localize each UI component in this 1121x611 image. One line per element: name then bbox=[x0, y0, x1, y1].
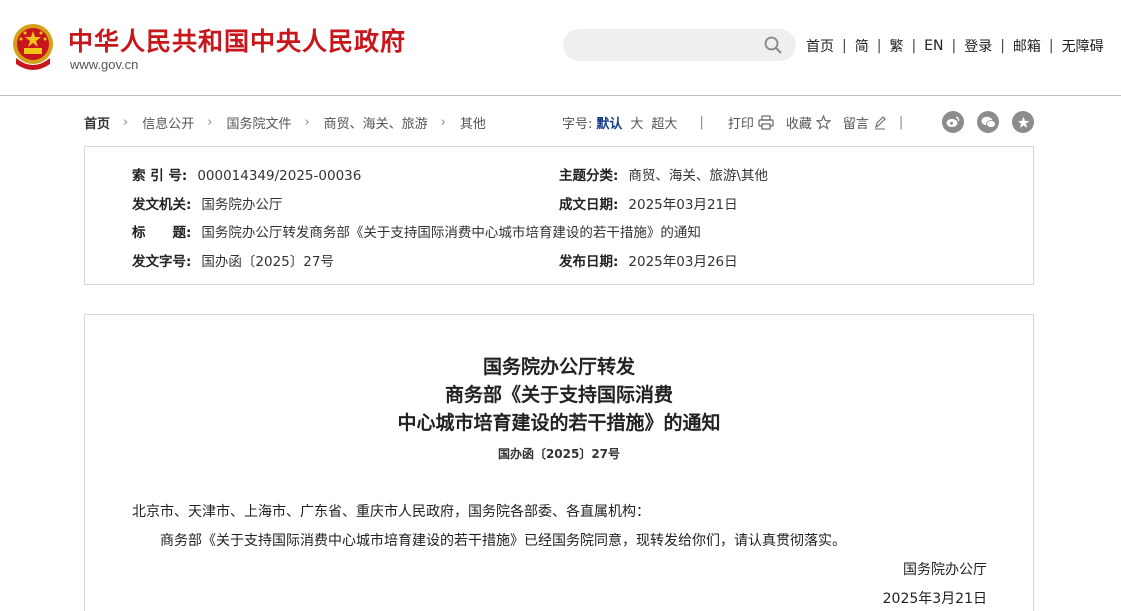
nav-separator: | bbox=[842, 38, 847, 54]
nav-separator: | bbox=[951, 38, 957, 54]
meta-value: 2025年03月21日 bbox=[628, 197, 738, 213]
breadcrumb-state-council-docs[interactable]: 国务院文件 bbox=[226, 113, 291, 132]
favorite-button[interactable]: 收藏 bbox=[786, 113, 831, 132]
document-addressee: 北京市、天津市、上海市、广东省、重庆市人民政府，国务院各部委、各直属机构： bbox=[132, 504, 650, 520]
font-size-label: 字号: bbox=[562, 117, 593, 132]
tools-separator: | bbox=[699, 115, 704, 130]
font-size-xlarge[interactable]: 超大 bbox=[651, 113, 677, 132]
nav-separator: | bbox=[876, 38, 882, 54]
star-icon[interactable] bbox=[1012, 111, 1034, 133]
document-title-line: 中心城市培育建设的若干措施》的通知 bbox=[397, 412, 721, 434]
search-icon[interactable] bbox=[764, 36, 782, 54]
breadcrumb-other[interactable]: 其他 bbox=[460, 113, 486, 132]
nav-english[interactable]: EN bbox=[924, 38, 943, 54]
nav-login[interactable]: 登录 bbox=[964, 36, 992, 56]
meta-value: 国办函〔2025〕27号 bbox=[201, 254, 334, 270]
meta-title: 标 题: 国务院办公厅转发商务部《关于支持国际消费中心城市培育建设的若干措施》的通… bbox=[132, 221, 701, 241]
nav-separator: | bbox=[911, 38, 917, 54]
site-header: 中华人民共和国中央人民政府 www.gov.cn 首页 | 简 | 繁 | EN… bbox=[0, 0, 1121, 96]
breadcrumb-info-disclosure[interactable]: 信息公开 bbox=[142, 113, 194, 132]
comment-label: 留言 bbox=[842, 117, 869, 132]
nav-home[interactable]: 首页 bbox=[806, 36, 834, 56]
tools-separator: | bbox=[898, 115, 904, 130]
meta-label: 主题分类: bbox=[559, 168, 619, 184]
document-title: 国务院办公厅转发 商务部《关于支持国际消费 中心城市培育建设的若干措施》的通知 bbox=[85, 353, 1033, 437]
meta-issuer: 发文机关: 国务院办公厅 bbox=[132, 193, 282, 213]
meta-label: 发文字号: bbox=[132, 254, 192, 270]
meta-published-date: 发布日期: 2025年03月26日 bbox=[559, 250, 738, 270]
top-nav: 首页 | 简 | 繁 | EN | 登录 | 邮箱 | 无障碍 bbox=[806, 36, 1104, 56]
document-title-line: 商务部《关于支持国际消费 bbox=[444, 384, 673, 406]
nav-simplified[interactable]: 简 bbox=[855, 36, 869, 56]
document-title-line: 国务院办公厅转发 bbox=[482, 356, 635, 378]
meta-value: 商贸、海关、旅游\其他 bbox=[628, 168, 768, 184]
meta-label: 发文机关: bbox=[132, 197, 192, 213]
meta-label: 标 题: bbox=[132, 225, 192, 241]
wechat-icon[interactable] bbox=[977, 111, 999, 133]
meta-written-date: 成文日期: 2025年03月21日 bbox=[559, 193, 738, 213]
search-input[interactable] bbox=[563, 29, 796, 61]
nav-mailbox[interactable]: 邮箱 bbox=[1013, 36, 1041, 56]
chevron-right-icon: › bbox=[207, 115, 213, 130]
meta-value: 国务院办公厅 bbox=[201, 197, 283, 213]
breadcrumb: 首页 › 信息公开 › 国务院文件 › 商贸、海关、旅游 › 其他 bbox=[84, 113, 486, 132]
document-metadata: 索 引 号: 000014349/2025-00036 主题分类: 商贸、海关、旅游… bbox=[84, 146, 1034, 285]
document-content: 国务院办公厅转发 商务部《关于支持国际消费 中心城市培育建设的若干措施》的通知 … bbox=[84, 314, 1034, 611]
pencil-icon bbox=[874, 116, 886, 130]
nav-separator: | bbox=[1000, 38, 1005, 54]
meta-index-number: 索 引 号: 000014349/2025-00036 bbox=[132, 164, 361, 184]
chevron-right-icon: › bbox=[123, 115, 129, 130]
print-label: 打印 bbox=[727, 117, 754, 132]
comment-button[interactable]: 留言 bbox=[843, 113, 887, 132]
chevron-right-icon: › bbox=[304, 115, 310, 130]
favorite-label: 收藏 bbox=[785, 117, 812, 132]
meta-document-number: 发文字号: 国办函〔2025〕27号 bbox=[132, 250, 334, 270]
document-number: 国办函〔2025〕27号 bbox=[497, 447, 621, 461]
meta-value: 2025年03月26日 bbox=[628, 254, 738, 270]
weibo-icon[interactable] bbox=[942, 111, 964, 133]
site-title[interactable]: 中华人民共和国中央人民政府 bbox=[68, 22, 406, 58]
national-emblem-icon[interactable] bbox=[10, 22, 56, 72]
font-size-default[interactable]: 默认 bbox=[596, 113, 622, 132]
site-url[interactable]: www.gov.cn bbox=[70, 57, 138, 72]
document-body-paragraph: 商务部《关于支持国际消费中心城市培育建设的若干措施》已经国务院同意，现转发给你们… bbox=[160, 533, 846, 549]
nav-separator: | bbox=[1048, 38, 1054, 54]
breadcrumb-home[interactable]: 首页 bbox=[84, 113, 110, 132]
document-signer: 国务院办公厅 bbox=[903, 562, 987, 578]
meta-value: 000014349/2025-00036 bbox=[197, 168, 362, 184]
page-tools: 字号: 默认 大 超大 | 打印 收藏 留言 | bbox=[562, 113, 903, 132]
breadcrumb-commerce-customs-tourism[interactable]: 商贸、海关、旅游 bbox=[324, 113, 428, 132]
meta-topic: 主题分类: 商贸、海关、旅游\其他 bbox=[559, 164, 768, 184]
meta-value: 国务院办公厅转发商务部《关于支持国际消费中心城市培育建设的若干措施》的通知 bbox=[201, 225, 701, 241]
meta-label: 发布日期: bbox=[559, 254, 619, 270]
printer-icon bbox=[758, 115, 774, 130]
share-icons bbox=[929, 111, 1034, 133]
font-size-large[interactable]: 大 bbox=[630, 113, 643, 132]
chevron-right-icon: › bbox=[440, 115, 446, 130]
nav-accessibility[interactable]: 无障碍 bbox=[1062, 36, 1104, 56]
meta-label: 索 引 号: bbox=[132, 168, 188, 184]
star-outline-icon bbox=[815, 115, 831, 130]
nav-traditional[interactable]: 繁 bbox=[889, 36, 903, 56]
breadcrumb-toolbar-row: 首页 › 信息公开 › 国务院文件 › 商贸、海关、旅游 › 其他 字号: 默认… bbox=[84, 111, 1034, 133]
print-button[interactable]: 打印 bbox=[728, 113, 774, 132]
document-date: 2025年3月21日 bbox=[882, 591, 987, 607]
meta-label: 成文日期: bbox=[559, 197, 619, 213]
